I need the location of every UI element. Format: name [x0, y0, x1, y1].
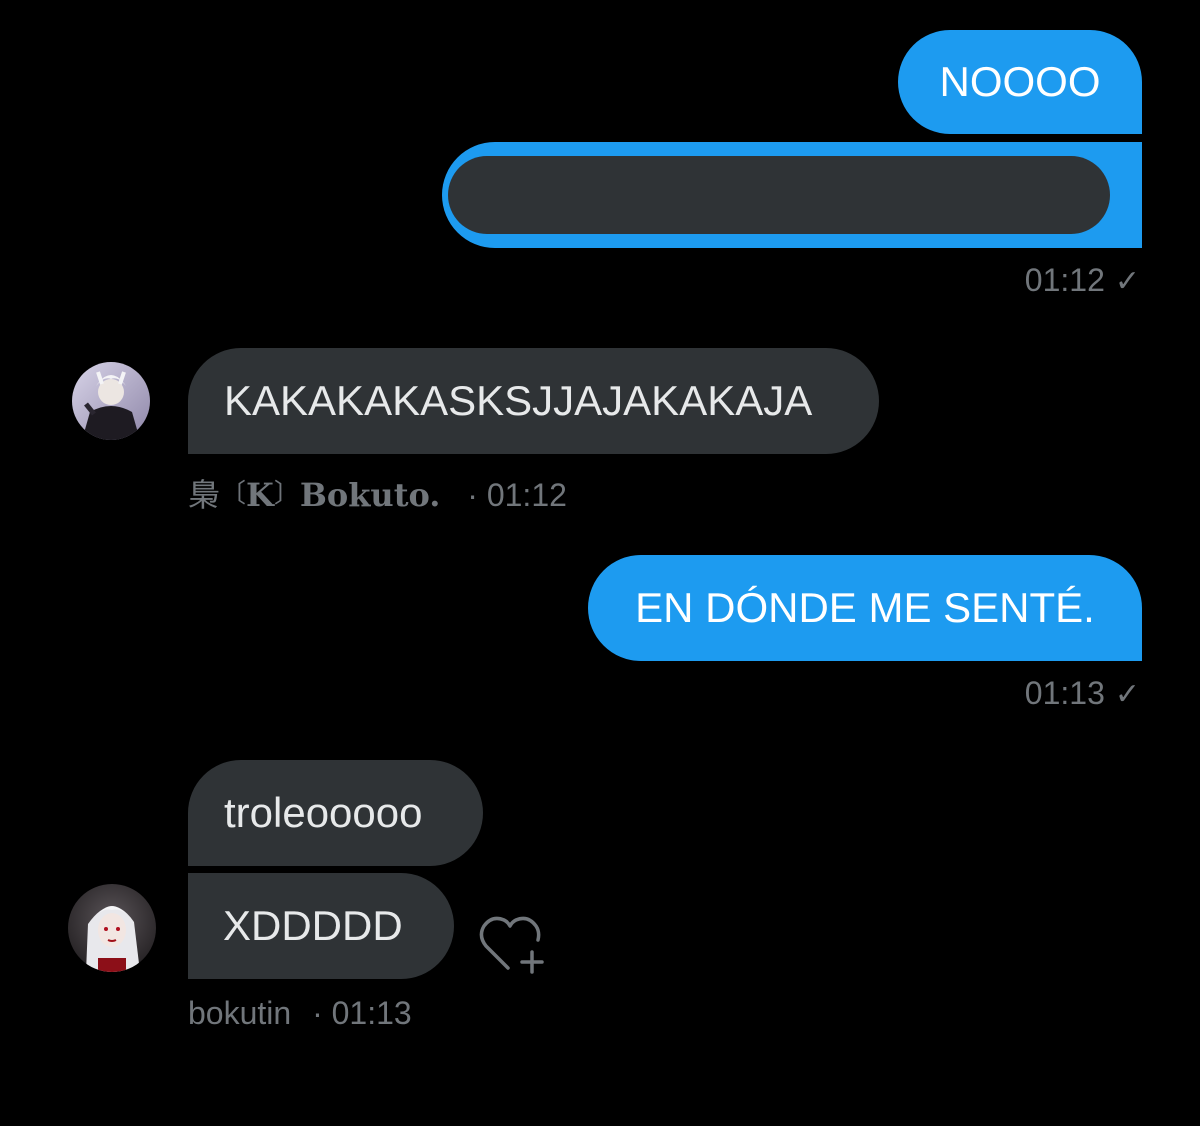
avatar[interactable] [72, 362, 150, 440]
timestamp-text: · 01:12 [467, 477, 567, 513]
message-bubble-incoming[interactable]: troleooooo [188, 760, 483, 866]
message-bubble-incoming[interactable]: KAKAKAKASKSJJAJAKAKAJA [188, 348, 879, 454]
message-timestamp: 01:12 ✓ [1025, 262, 1140, 299]
avatar-image [72, 362, 150, 440]
message-timestamp: 01:13 ✓ [1025, 675, 1140, 712]
message-bubble-outgoing-redacted[interactable] [442, 142, 1142, 248]
message-sender-meta: 梟〔K〕Bokuto. · 01:12 [188, 470, 567, 516]
avatar-image [68, 884, 156, 972]
message-bubble-outgoing[interactable]: EN DÓNDE ME SENTÉ. [588, 555, 1142, 661]
sender-name[interactable]: 梟〔K〕Bokuto. [188, 476, 440, 514]
message-text: NOOOO [939, 58, 1101, 105]
message-text: EN DÓNDE ME SENTÉ. [635, 584, 1095, 631]
redaction-bar [448, 156, 1110, 234]
checkmark-icon: ✓ [1114, 678, 1140, 711]
message-text: troleooooo [224, 789, 423, 836]
timestamp-text: · 01:13 [312, 995, 412, 1031]
message-text: XDDDDD [223, 902, 403, 949]
heart-plus-icon[interactable] [476, 912, 550, 978]
message-bubble-outgoing[interactable]: NOOOO [898, 30, 1142, 134]
sender-name[interactable]: bokutin [188, 995, 291, 1031]
timestamp-text: 01:13 [1024, 675, 1105, 711]
checkmark-icon: ✓ [1114, 265, 1140, 298]
message-bubble-incoming[interactable]: XDDDDD [188, 873, 454, 979]
message-sender-meta: bokutin · 01:13 [188, 995, 412, 1032]
timestamp-text: 01:12 [1024, 262, 1105, 298]
message-text: KAKAKAKASKSJJAJAKAKAJA [224, 377, 813, 424]
avatar[interactable] [68, 884, 156, 972]
